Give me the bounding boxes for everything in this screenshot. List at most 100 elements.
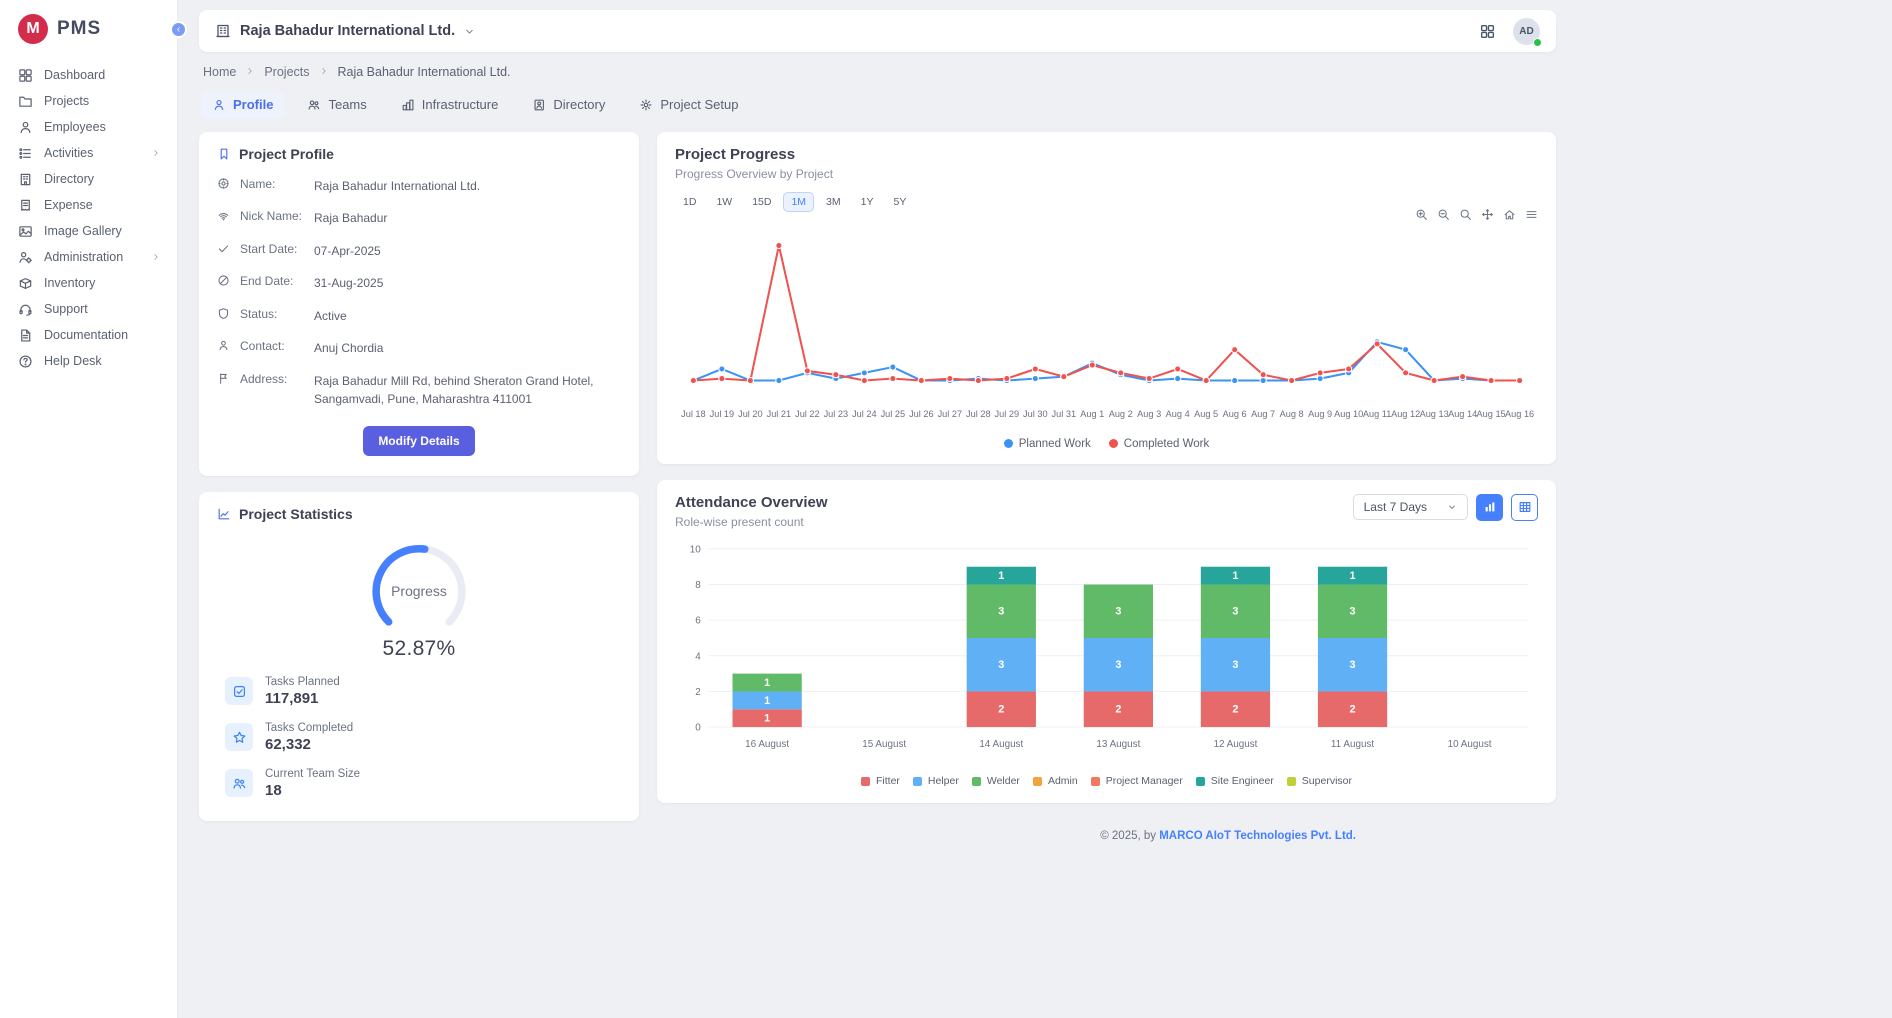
range-3m-button[interactable]: 3M	[818, 192, 849, 212]
chevron-right-icon	[151, 148, 161, 158]
tab-directory[interactable]: Directory	[521, 91, 616, 118]
sidebar-item-documentation[interactable]: Documentation	[0, 322, 177, 348]
app-logo[interactable]: M PMS	[0, 0, 177, 56]
legend-completed-work[interactable]: Completed Work	[1109, 438, 1209, 450]
svg-text:Jul 18: Jul 18	[681, 409, 706, 419]
chevron-down-icon[interactable]	[464, 26, 475, 37]
footer-company-link[interactable]: MARCO AIoT Technologies Pvt. Ltd.	[1159, 830, 1356, 842]
legend-helper[interactable]: Helper	[913, 775, 959, 787]
svg-text:Jul 24: Jul 24	[852, 409, 877, 419]
sidebar-item-dashboard[interactable]: Dashboard	[0, 62, 177, 88]
online-status-dot	[1533, 38, 1542, 47]
tab-bar: Profile Teams Infrastructure Directory Proje…	[201, 91, 1554, 118]
svg-text:12 August: 12 August	[1213, 738, 1257, 749]
sidebar-item-activities[interactable]: Activities	[0, 140, 177, 166]
helpdesk-icon	[18, 354, 33, 369]
menu-icon[interactable]	[1525, 208, 1538, 221]
legend-welder[interactable]: Welder	[972, 775, 1020, 787]
tab-teams[interactable]: Teams	[296, 91, 377, 118]
sidebar-item-help-desk[interactable]: Help Desk	[0, 348, 177, 374]
svg-text:6: 6	[695, 615, 701, 626]
sidebar-item-administration[interactable]: Administration	[0, 244, 177, 270]
legend-supervisor[interactable]: Supervisor	[1287, 775, 1352, 787]
sidebar-item-support[interactable]: Support	[0, 296, 177, 322]
legend-site-engineer[interactable]: Site Engineer	[1196, 775, 1274, 787]
footer-copyright: © 2025, by	[1100, 830, 1159, 842]
user-avatar[interactable]: AD	[1513, 18, 1540, 45]
employees-icon	[18, 120, 33, 135]
sidebar-item-inventory[interactable]: Inventory	[0, 270, 177, 296]
sidebar-item-projects[interactable]: Projects	[0, 88, 177, 114]
svg-text:2: 2	[695, 686, 701, 697]
footer: © 2025, by MARCO AIoT Technologies Pvt. …	[199, 830, 1556, 842]
profile-fields: Name:Raja Bahadur International Ltd.Nick…	[217, 176, 621, 408]
modify-details-button[interactable]: Modify Details	[363, 426, 474, 456]
range-1m-button[interactable]: 1M	[783, 192, 814, 212]
chevron-right-icon	[245, 66, 255, 76]
tasks-planned-icon	[232, 684, 247, 699]
legend-fitter[interactable]: Fitter	[861, 775, 900, 787]
progress-line-chart[interactable]: Jul 18Jul 19Jul 20Jul 21Jul 22Jul 23Jul …	[675, 216, 1538, 433]
svg-text:Aug 2: Aug 2	[1109, 409, 1133, 419]
svg-text:Aug 10: Aug 10	[1334, 409, 1363, 419]
svg-text:Aug 14: Aug 14	[1448, 409, 1477, 419]
tab-project-setup[interactable]: Project Setup	[628, 91, 749, 118]
directory-icon	[18, 172, 33, 187]
svg-text:4: 4	[695, 651, 701, 662]
sidebar-item-label: Support	[44, 302, 88, 316]
zoom-in-icon[interactable]	[1415, 208, 1428, 221]
svg-text:2: 2	[1115, 703, 1121, 715]
range-15d-button[interactable]: 15D	[744, 192, 779, 212]
breadcrumb: Home Projects Raja Bahadur International L…	[203, 65, 1552, 79]
field-label: Name:	[240, 176, 304, 191]
documentation-icon	[18, 328, 33, 343]
field-value: Raja Bahadur Mill Rd, behind Sheraton Gr…	[314, 371, 621, 408]
attendance-title: Attendance Overview	[675, 494, 828, 511]
legend-admin[interactable]: Admin	[1033, 775, 1078, 787]
logo-text: PMS	[57, 18, 101, 40]
sidebar-item-employees[interactable]: Employees	[0, 114, 177, 140]
range-5y-button[interactable]: 5Y	[885, 192, 914, 212]
svg-text:11 August: 11 August	[1331, 738, 1374, 749]
attendance-bar-chart[interactable]: 024681016 August11115 August14 August233…	[675, 541, 1538, 769]
svg-text:Jul 29: Jul 29	[995, 409, 1020, 419]
selection-zoom-icon[interactable]	[1459, 208, 1472, 221]
home-icon[interactable]	[1503, 208, 1516, 221]
legend-planned-work[interactable]: Planned Work	[1004, 438, 1091, 450]
zoom-out-icon[interactable]	[1437, 208, 1450, 221]
pan-icon[interactable]	[1481, 208, 1494, 221]
company-icon	[215, 23, 231, 39]
table-view-toggle-button[interactable]	[1511, 494, 1538, 521]
tab-infrastructure[interactable]: Infrastructure	[390, 91, 510, 118]
range-1y-button[interactable]: 1Y	[853, 192, 882, 212]
breadcrumb-item-raja-bahadur-international-ltd: Raja Bahadur International Ltd.	[338, 65, 511, 79]
id-badge-icon	[217, 177, 230, 190]
sidebar-item-image-gallery[interactable]: Image Gallery	[0, 218, 177, 244]
status-shield-icon	[217, 307, 230, 320]
profile-field-end-date: End Date:31-Aug-2025	[217, 273, 621, 292]
range-1d-button[interactable]: 1D	[675, 192, 704, 212]
gallery-icon	[18, 224, 33, 239]
sidebar-item-expense[interactable]: Expense	[0, 192, 177, 218]
legend-project-manager[interactable]: Project Manager	[1091, 775, 1183, 787]
svg-text:Aug 3: Aug 3	[1137, 409, 1161, 419]
range-1w-button[interactable]: 1W	[708, 192, 740, 212]
stats-list: Tasks Planned117,891Tasks Completed62,33…	[217, 676, 621, 799]
tab-profile[interactable]: Profile	[201, 91, 284, 118]
attendance-range-select[interactable]: Last 7 Days	[1353, 494, 1468, 520]
sidebar-item-label: Administration	[44, 250, 123, 264]
sidebar-item-directory[interactable]: Directory	[0, 166, 177, 192]
svg-text:3: 3	[1115, 659, 1121, 671]
bar-view-toggle-button[interactable]	[1476, 494, 1503, 521]
bar-chart-legend: Fitter Helper Welder Admin Project Manager Si…	[675, 775, 1538, 787]
projects-icon	[18, 94, 33, 109]
breadcrumb-item-projects[interactable]: Projects	[264, 65, 309, 79]
sidebar-collapse-button[interactable]: ‹	[170, 21, 187, 38]
topbar: Raja Bahadur International Ltd. AD	[199, 10, 1556, 52]
company-selector-label[interactable]: Raja Bahadur International Ltd.	[240, 23, 455, 39]
sidebar-item-label: Dashboard	[44, 68, 105, 82]
apps-grid-icon[interactable]	[1479, 23, 1496, 40]
svg-text:10: 10	[690, 544, 701, 555]
svg-text:Jul 27: Jul 27	[938, 409, 963, 419]
breadcrumb-item-home[interactable]: Home	[203, 65, 236, 79]
